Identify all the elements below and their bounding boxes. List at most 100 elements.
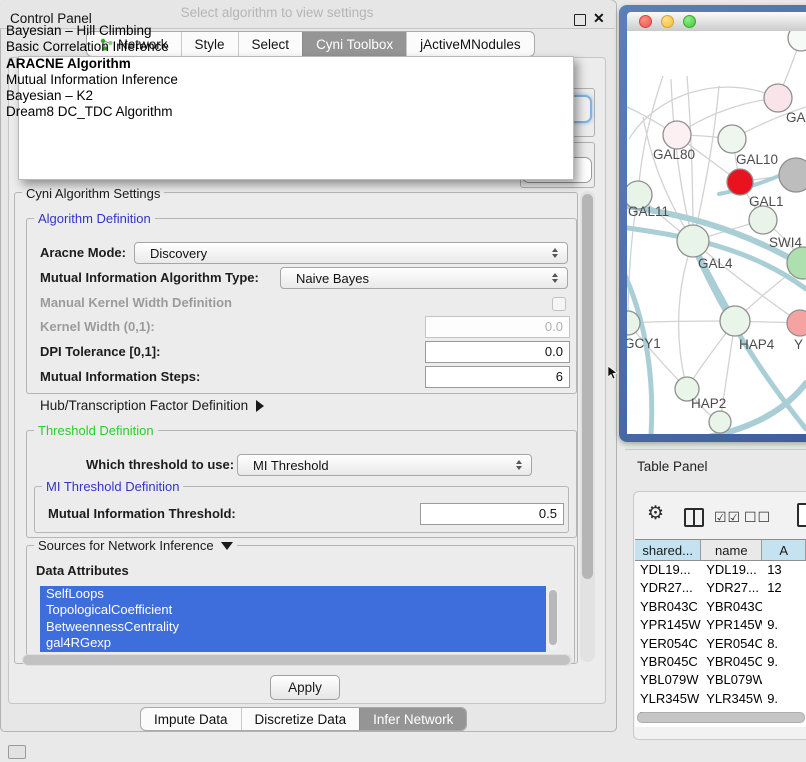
node-label: HAP4	[739, 337, 775, 352]
table-row[interactable]: YLR345WYLR345W9.	[635, 690, 806, 708]
dropdown-item[interactable]: Mutual Information Inference	[6, 72, 546, 88]
table-cell: YDL19...	[635, 561, 701, 579]
table-row[interactable]: YDR27...YDR27...12	[635, 579, 806, 597]
hub-definition-label: Hub/Transcription Factor Definition	[40, 398, 248, 413]
zoom-traffic-light-icon[interactable]	[683, 15, 696, 28]
network-node-gal80[interactable]	[663, 121, 691, 149]
aracne-mode-label: Aracne Mode:	[40, 242, 126, 264]
minimized-window-icon[interactable]	[8, 745, 26, 759]
columns-icon[interactable]	[684, 508, 704, 527]
tab-label: Discretize Data	[255, 712, 347, 727]
table-hscrollbar-thumb[interactable]	[637, 712, 805, 723]
data-attributes-list[interactable]: SelfLoopsTopologicalCoefficientBetweenne…	[40, 586, 546, 652]
table-cell: YER054C	[635, 635, 701, 653]
network-node[interactable]	[788, 31, 806, 51]
network-node-y[interactable]	[787, 310, 806, 336]
bottom-tab-infer-network[interactable]: Infer Network	[359, 708, 466, 730]
sources-group-toggle[interactable]: Sources for Network Inference	[34, 538, 237, 553]
dropdown-item[interactable]: ARACNE Algorithm	[6, 56, 546, 72]
table-panel-title: Table Panel	[637, 459, 708, 474]
float-window-icon[interactable]	[574, 14, 586, 26]
select-all-checkboxes-icon[interactable]: ☑☑	[714, 509, 741, 526]
kernel-width-field[interactable]: 0.0	[425, 316, 570, 338]
network-window-titlebar[interactable]	[627, 12, 806, 31]
aracne-mode-value: Discovery	[135, 246, 547, 261]
bottom-tab-impute-data[interactable]: Impute Data	[141, 708, 241, 730]
table-column-header[interactable]: A	[762, 540, 806, 560]
table-row[interactable]: YDL19...YDL19...13	[635, 561, 806, 579]
table-cell: YER054C	[701, 635, 762, 653]
close-icon[interactable]: ✕	[593, 10, 605, 27]
mi-threshold-field[interactable]: 0.5	[420, 503, 564, 525]
collapsed-arrow-icon	[256, 400, 264, 412]
network-node-gal10[interactable]	[718, 125, 746, 153]
which-threshold-select[interactable]: MI Threshold	[237, 454, 532, 476]
combo-stepper-icon	[511, 460, 527, 470]
node-label: HAP2	[691, 396, 726, 411]
table-row[interactable]: YBR043CYBR043C	[635, 598, 806, 616]
table-cell: YLR345W	[701, 690, 762, 708]
kernel-width-label: Kernel Width (0,1):	[40, 316, 155, 337]
settings-vscrollbar-thumb[interactable]	[582, 194, 593, 579]
dropdown-item[interactable]: Bayesian – K2	[6, 88, 546, 104]
mouse-cursor-icon	[608, 366, 618, 380]
table-cell: YBR045C	[701, 653, 762, 671]
table-cell: YBL079W	[701, 671, 762, 689]
table-column-header[interactable]: name	[701, 540, 762, 560]
table-cell: 9.	[762, 653, 806, 671]
dropdown-prompt: Select algorithm to view settings	[0, 5, 554, 20]
hub-definition-toggle[interactable]: Hub/Transcription Factor Definition	[40, 398, 264, 413]
mi-steps-field[interactable]: 6	[425, 366, 570, 388]
dpi-tolerance-field[interactable]: 0.0	[425, 341, 570, 363]
network-node[interactable]	[709, 411, 731, 433]
manual-kernel-checkbox[interactable]	[552, 297, 566, 311]
network-canvas[interactable]: GALGAL80GAL10GAL1GAL11SWI4GAL4GCY1HAP4YH…	[627, 31, 806, 434]
deselect-all-checkboxes-icon[interactable]: ☐☐	[744, 509, 771, 526]
table-cell: YBR045C	[635, 653, 701, 671]
table-header-row: shared...nameA	[635, 539, 806, 561]
node-label: SWI4	[769, 235, 802, 250]
dropdown-item[interactable]: Dream8 DC_TDC Algorithm	[6, 104, 546, 120]
close-traffic-light-icon[interactable]	[639, 15, 652, 28]
dropdown-item[interactable]: Basic Correlation Inference	[6, 39, 546, 55]
network-node-hap4[interactable]	[720, 306, 750, 336]
combo-stepper-icon	[547, 273, 563, 283]
dropdown-item-list: Bayesian – Hill ClimbingBasic Correlatio…	[6, 23, 546, 121]
gear-icon[interactable]: ⚙	[647, 504, 664, 523]
aracne-mode-select[interactable]: Discovery	[134, 242, 568, 264]
table-column-header[interactable]: shared...	[635, 540, 701, 560]
network-node[interactable]	[779, 158, 806, 192]
network-node-swi4[interactable]	[787, 247, 806, 279]
table-row[interactable]: YBL079WYBL079W	[635, 671, 806, 689]
attributes-scrollbar-thumb[interactable]	[549, 590, 557, 645]
table-cell: 9.	[762, 616, 806, 634]
attribute-list-item[interactable]: SelfLoops	[40, 586, 546, 602]
table-row[interactable]: YBR045CYBR045C9.	[635, 653, 806, 671]
bottom-tab-discretize-data[interactable]: Discretize Data	[241, 708, 360, 730]
table-cell: YBR043C	[635, 598, 701, 616]
table-cell: 9.	[762, 690, 806, 708]
table-row[interactable]: YER054CYER054C8.	[635, 635, 806, 653]
table-row[interactable]: YPR145WYPR145W9.	[635, 616, 806, 634]
mi-type-select[interactable]: Naive Bayes	[280, 267, 568, 289]
expanded-arrow-icon	[221, 542, 233, 550]
dropdown-item[interactable]: Bayesian – Hill Climbing	[6, 23, 546, 39]
network-node[interactable]	[727, 169, 753, 195]
network-node-gal[interactable]	[764, 84, 792, 112]
network-node-gal1[interactable]	[749, 206, 777, 234]
document-icon[interactable]	[797, 503, 806, 527]
attribute-list-item[interactable]: TopologicalCoefficient	[40, 602, 546, 618]
sources-group-title: Sources for Network Inference	[38, 538, 214, 553]
bottom-tab-bar: Impute Data Discretize Data Infer Network	[140, 707, 467, 731]
settings-hscrollbar-thumb[interactable]	[23, 655, 570, 665]
table-cell: YDR27...	[701, 579, 762, 597]
attribute-list-item[interactable]: BetweennessCentrality	[40, 619, 546, 635]
minimize-traffic-light-icon[interactable]	[661, 15, 674, 28]
table-cell: YDR27...	[635, 579, 701, 597]
node-label: GAL	[786, 110, 806, 125]
apply-button[interactable]: Apply	[270, 675, 340, 700]
node-label: GAL1	[749, 194, 784, 209]
attribute-list-item[interactable]: gal4RGexp	[40, 635, 546, 651]
mi-steps-label: Mutual Information Steps:	[40, 366, 200, 387]
network-node-gal4[interactable]	[677, 225, 709, 257]
